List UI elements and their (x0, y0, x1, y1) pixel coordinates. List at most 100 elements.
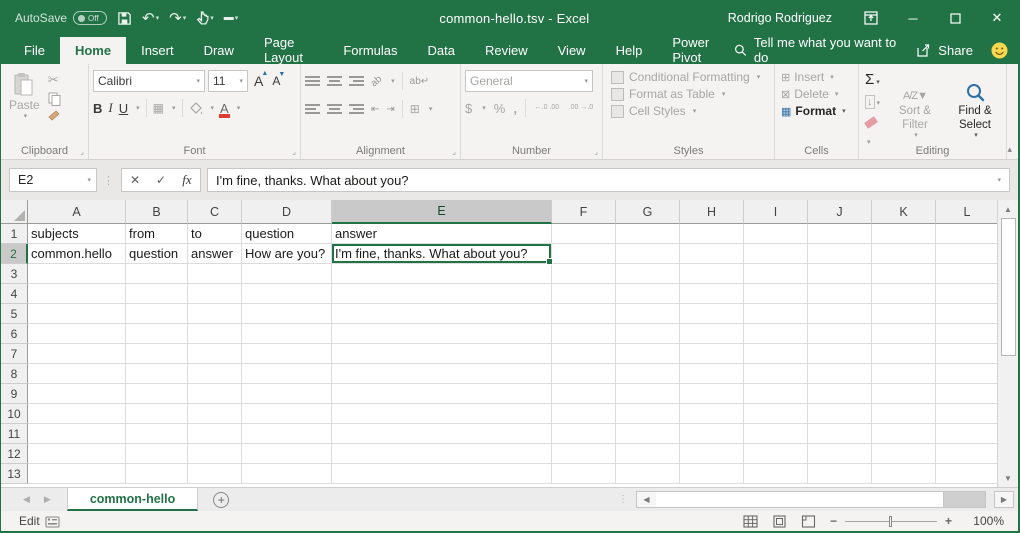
number-format-combo[interactable]: General▾ (465, 70, 593, 92)
underline-button[interactable]: U (119, 101, 128, 116)
cell-J5[interactable] (808, 304, 872, 324)
cell-F4[interactable] (552, 284, 616, 304)
cell-C9[interactable] (188, 384, 242, 404)
cell-E6[interactable] (332, 324, 552, 344)
alignment-dialog-launcher-icon[interactable]: ⌟ (452, 147, 456, 156)
cell-H10[interactable] (680, 404, 744, 424)
bold-button[interactable]: B (93, 101, 102, 116)
horizontal-scrollbar[interactable]: ◀ (636, 491, 986, 508)
cell-styles-button[interactable]: Cell Styles▾ (611, 104, 770, 118)
cell-A7[interactable] (28, 344, 126, 364)
cell-L5[interactable] (936, 304, 999, 324)
cell-G9[interactable] (616, 384, 680, 404)
scroll-left-icon[interactable]: ◀ (637, 492, 656, 507)
column-header-B[interactable]: B (126, 200, 188, 224)
autosave-toggle[interactable]: AutoSave Off (15, 11, 107, 25)
cell-L9[interactable] (936, 384, 999, 404)
cell-F8[interactable] (552, 364, 616, 384)
cell-B5[interactable] (126, 304, 188, 324)
cell-D10[interactable] (242, 404, 332, 424)
cell-D1[interactable]: question (242, 224, 332, 244)
tab-power-pivot[interactable]: Power Pivot (657, 37, 734, 64)
page-layout-view-icon[interactable] (772, 515, 787, 528)
cell-K3[interactable] (872, 264, 936, 284)
cell-A6[interactable] (28, 324, 126, 344)
cell-E3[interactable] (332, 264, 552, 284)
page-break-preview-icon[interactable] (801, 515, 816, 528)
cell-I9[interactable] (744, 384, 808, 404)
cell-L3[interactable] (936, 264, 999, 284)
cell-B1[interactable]: from (126, 224, 188, 244)
cell-H4[interactable] (680, 284, 744, 304)
cell-D9[interactable] (242, 384, 332, 404)
accounting-format-icon[interactable]: $ (465, 101, 472, 116)
cell-I11[interactable] (744, 424, 808, 444)
cell-C7[interactable] (188, 344, 242, 364)
cell-I5[interactable] (744, 304, 808, 324)
cell-A5[interactable] (28, 304, 126, 324)
autosum-button[interactable]: Σ▾ (865, 71, 882, 89)
cell-G6[interactable] (616, 324, 680, 344)
cell-G11[interactable] (616, 424, 680, 444)
zoom-slider[interactable] (845, 521, 937, 522)
customize-quick-access-icon[interactable]: ▬▾ (224, 13, 239, 23)
cell-J1[interactable] (808, 224, 872, 244)
share-button[interactable]: Share (916, 43, 973, 58)
cell-D5[interactable] (242, 304, 332, 324)
zoom-in-icon[interactable]: + (945, 514, 952, 528)
cell-J3[interactable] (808, 264, 872, 284)
macro-record-icon[interactable] (45, 515, 60, 528)
cell-J4[interactable] (808, 284, 872, 304)
feedback-smiley-icon[interactable] (991, 42, 1008, 59)
decrease-decimal-icon[interactable]: .00 →.0 (568, 104, 594, 112)
expand-formula-bar-icon[interactable]: ▾ (997, 176, 1001, 184)
zoom-level[interactable]: 100% (966, 514, 1004, 528)
cell-D4[interactable] (242, 284, 332, 304)
scroll-down-icon[interactable]: ▼ (998, 469, 1018, 487)
cell-A11[interactable] (28, 424, 126, 444)
cell-D6[interactable] (242, 324, 332, 344)
align-bottom-icon[interactable] (349, 76, 364, 86)
cell-J11[interactable] (808, 424, 872, 444)
tab-home[interactable]: Home (60, 37, 126, 64)
cut-icon[interactable]: ✂ (48, 72, 61, 88)
cell-D11[interactable] (242, 424, 332, 444)
cell-J7[interactable] (808, 344, 872, 364)
cell-L7[interactable] (936, 344, 999, 364)
cell-B6[interactable] (126, 324, 188, 344)
cell-C12[interactable] (188, 444, 242, 464)
cell-C1[interactable]: to (188, 224, 242, 244)
cell-C4[interactable] (188, 284, 242, 304)
cell-H5[interactable] (680, 304, 744, 324)
align-middle-icon[interactable] (327, 76, 342, 86)
cell-I2[interactable] (744, 244, 808, 264)
autosave-switch-icon[interactable]: Off (73, 11, 107, 25)
row-header-6[interactable]: 6 (1, 324, 28, 344)
cell-J6[interactable] (808, 324, 872, 344)
cell-I8[interactable] (744, 364, 808, 384)
cell-C8[interactable] (188, 364, 242, 384)
cell-J2[interactable] (808, 244, 872, 264)
row-header-1[interactable]: 1 (1, 224, 28, 244)
fill-color-icon[interactable] (189, 102, 203, 115)
cell-E4[interactable] (332, 284, 552, 304)
cell-F1[interactable] (552, 224, 616, 244)
paste-button[interactable]: Paste ▾ (5, 70, 44, 141)
row-header-10[interactable]: 10 (1, 404, 28, 424)
cell-F13[interactable] (552, 464, 616, 484)
orientation-icon[interactable]: ab (369, 73, 385, 89)
cell-F3[interactable] (552, 264, 616, 284)
increase-indent-icon[interactable]: ⇥ (386, 104, 394, 115)
decrease-indent-icon[interactable]: ⇤ (371, 104, 379, 115)
cell-L2[interactable] (936, 244, 999, 264)
cell-I12[interactable] (744, 444, 808, 464)
row-header-8[interactable]: 8 (1, 364, 28, 384)
cell-B3[interactable] (126, 264, 188, 284)
cell-H9[interactable] (680, 384, 744, 404)
tab-page-layout[interactable]: Page Layout (249, 37, 328, 64)
tab-review[interactable]: Review (470, 37, 543, 64)
insert-cells-button[interactable]: ⊞ Insert▾ (781, 70, 854, 84)
cell-G7[interactable] (616, 344, 680, 364)
wrap-text-icon[interactable]: ab↵ (410, 76, 430, 87)
ribbon-display-options-icon[interactable] (850, 0, 892, 36)
